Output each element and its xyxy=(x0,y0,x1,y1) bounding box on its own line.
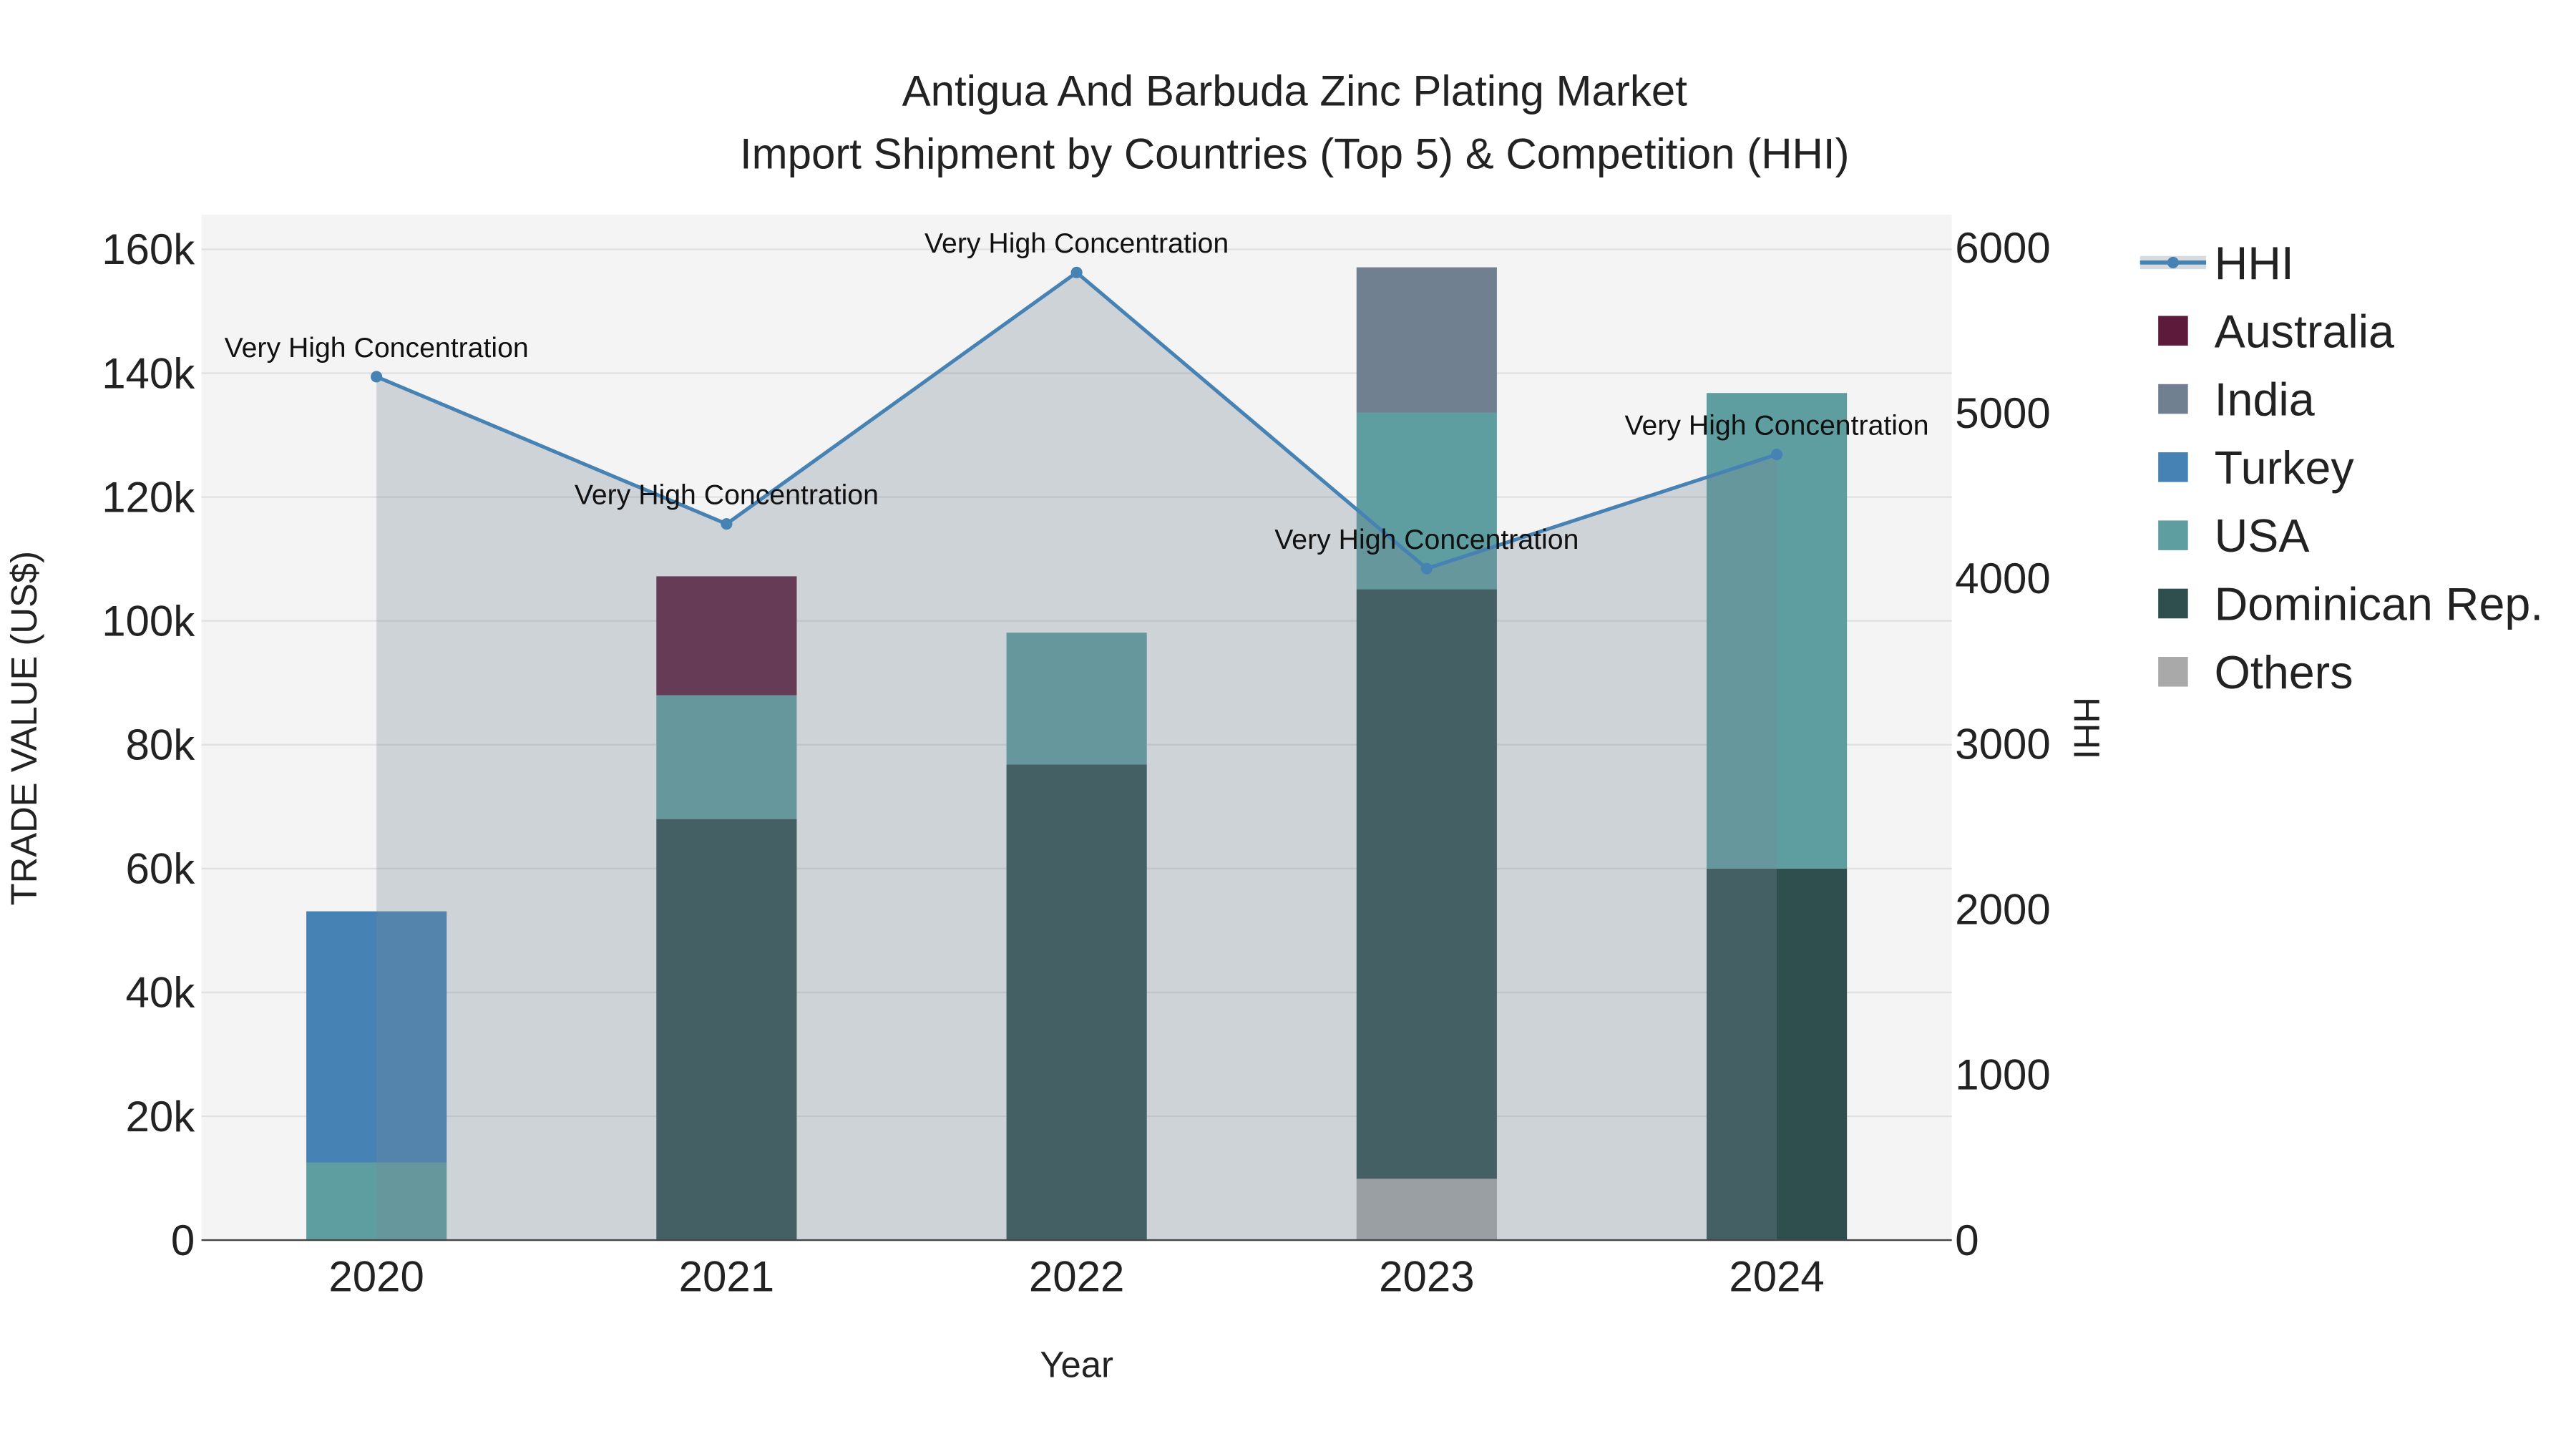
chart-subtitle: Import Shipment by Countries (Top 5) & C… xyxy=(740,130,1850,177)
x-tick-label: 2020 xyxy=(328,1253,424,1301)
legend-label: Others xyxy=(2215,647,2353,698)
y2-tick-label: 0 xyxy=(1955,1216,1979,1264)
hhi-point-2021 xyxy=(721,518,733,530)
y2-tick-label: 6000 xyxy=(1955,224,2050,272)
legend-swatch-dominican-rep xyxy=(2158,588,2188,619)
hhi-annotation: Very High Concentration xyxy=(1274,524,1579,555)
y-tick-label: 80k xyxy=(126,721,196,769)
y-axis-label: TRADE VALUE (US$) xyxy=(4,551,44,905)
y-axis: 0 20k 40k 60k 80k 100k 120k 140k 160k xyxy=(102,225,195,1264)
legend-label: Australia xyxy=(2215,306,2394,357)
legend-label: USA xyxy=(2215,510,2310,562)
chart-title: Antigua And Barbuda Zinc Plating Market xyxy=(902,67,1688,115)
x-tick-label: 2022 xyxy=(1029,1253,1124,1301)
y2-tick-label: 3000 xyxy=(1955,720,2050,768)
y-tick-label: 160k xyxy=(102,225,195,273)
y-tick-label: 100k xyxy=(102,597,195,645)
legend: HHI Australia India Turkey USA Dominican Rep.… xyxy=(2140,238,2544,698)
y2-tick-label: 2000 xyxy=(1955,886,2050,934)
y-tick-label: 0 xyxy=(171,1216,195,1264)
chart: Antigua And Barbuda Zinc Plating Market … xyxy=(4,67,2544,1385)
x-axis: 2020 2021 2022 2023 2024 xyxy=(328,1253,1824,1301)
hhi-annotation: Very High Concentration xyxy=(225,332,529,364)
y2-axis: 0 1000 2000 3000 4000 5000 6000 xyxy=(1955,224,2050,1264)
hhi-point-2020 xyxy=(371,371,383,383)
y2-axis-label: HHI xyxy=(2066,697,2107,759)
x-tick-label: 2024 xyxy=(1729,1253,1824,1301)
legend-marker-hhi xyxy=(2167,256,2179,268)
legend-label: Dominican Rep. xyxy=(2215,579,2544,630)
y-tick-label: 140k xyxy=(102,349,195,397)
hhi-point-2024 xyxy=(1771,449,1783,461)
legend-label: India xyxy=(2215,374,2315,426)
hhi-annotation: Very High Concentration xyxy=(924,228,1229,259)
legend-swatch-india xyxy=(2158,384,2188,414)
legend-label: HHI xyxy=(2215,238,2294,289)
y2-tick-label: 4000 xyxy=(1955,555,2050,602)
legend-label: Turkey xyxy=(2215,442,2355,494)
x-tick-label: 2021 xyxy=(679,1253,774,1301)
legend-swatch-australia xyxy=(2158,316,2188,346)
hhi-point-2022 xyxy=(1070,266,1083,278)
y-tick-label: 20k xyxy=(126,1093,196,1141)
y-tick-label: 120k xyxy=(102,473,195,521)
legend-swatch-usa xyxy=(2158,520,2188,550)
hhi-annotation: Very High Concentration xyxy=(1625,409,1929,441)
y-tick-label: 40k xyxy=(126,969,196,1017)
hhi-annotation: Very High Concentration xyxy=(575,479,879,510)
x-tick-label: 2023 xyxy=(1379,1253,1474,1301)
hhi-point-2023 xyxy=(1420,562,1433,575)
legend-swatch-turkey xyxy=(2158,452,2188,482)
y-tick-label: 60k xyxy=(126,845,196,893)
y2-tick-label: 1000 xyxy=(1955,1051,2050,1099)
bar-india-2023 xyxy=(1356,267,1497,413)
x-axis-label: Year xyxy=(1040,1345,1113,1385)
y2-tick-label: 5000 xyxy=(1955,389,2050,437)
legend-swatch-others xyxy=(2158,657,2188,687)
